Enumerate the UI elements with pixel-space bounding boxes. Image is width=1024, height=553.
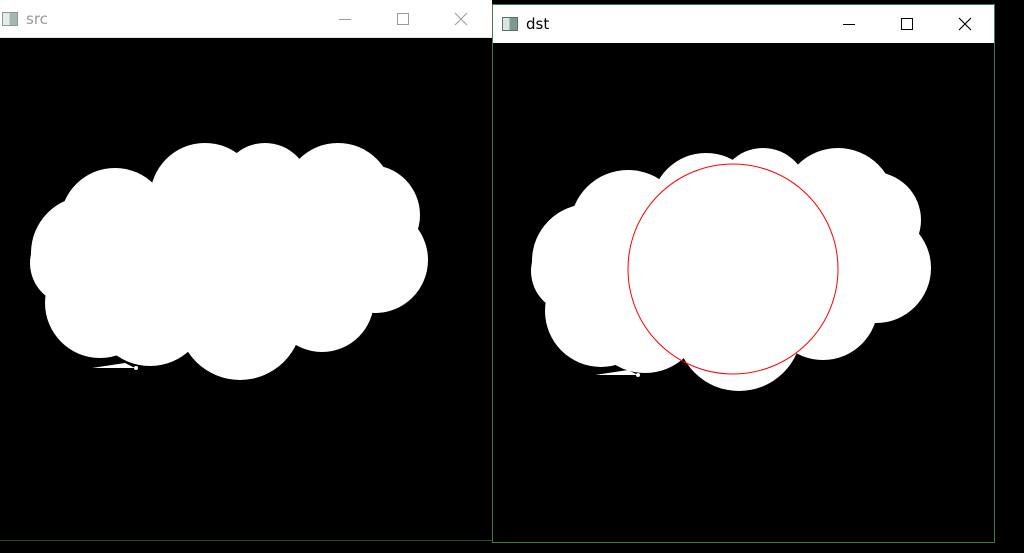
window-controls	[316, 0, 490, 37]
minimize-button[interactable]	[820, 5, 878, 43]
src-titlebar[interactable]: src	[0, 0, 492, 38]
maximize-icon	[901, 18, 913, 30]
src-image-canvas	[0, 38, 492, 540]
cloud-shape	[531, 148, 931, 391]
app-window-icon	[2, 11, 18, 26]
close-button[interactable]	[432, 0, 490, 37]
minimize-icon	[339, 18, 351, 20]
maximize-button[interactable]	[878, 5, 936, 43]
maximize-icon	[397, 12, 409, 25]
window-controls	[820, 5, 994, 43]
dst-image-canvas	[493, 43, 994, 542]
src-window: src	[0, 0, 492, 541]
desktop: src dst	[0, 0, 1024, 553]
dst-window: dst	[492, 4, 995, 543]
dst-image	[531, 148, 931, 391]
src-image	[30, 143, 428, 380]
app-window-icon	[502, 17, 518, 31]
close-icon	[958, 17, 972, 31]
close-icon	[454, 12, 468, 25]
minimize-icon	[843, 24, 855, 25]
dst-titlebar[interactable]: dst	[493, 5, 994, 43]
minimize-button[interactable]	[316, 0, 374, 37]
window-title: src	[26, 9, 48, 28]
cloud-shape	[30, 143, 428, 380]
maximize-button[interactable]	[374, 0, 432, 37]
window-title: dst	[526, 15, 550, 33]
close-button[interactable]	[936, 5, 994, 43]
